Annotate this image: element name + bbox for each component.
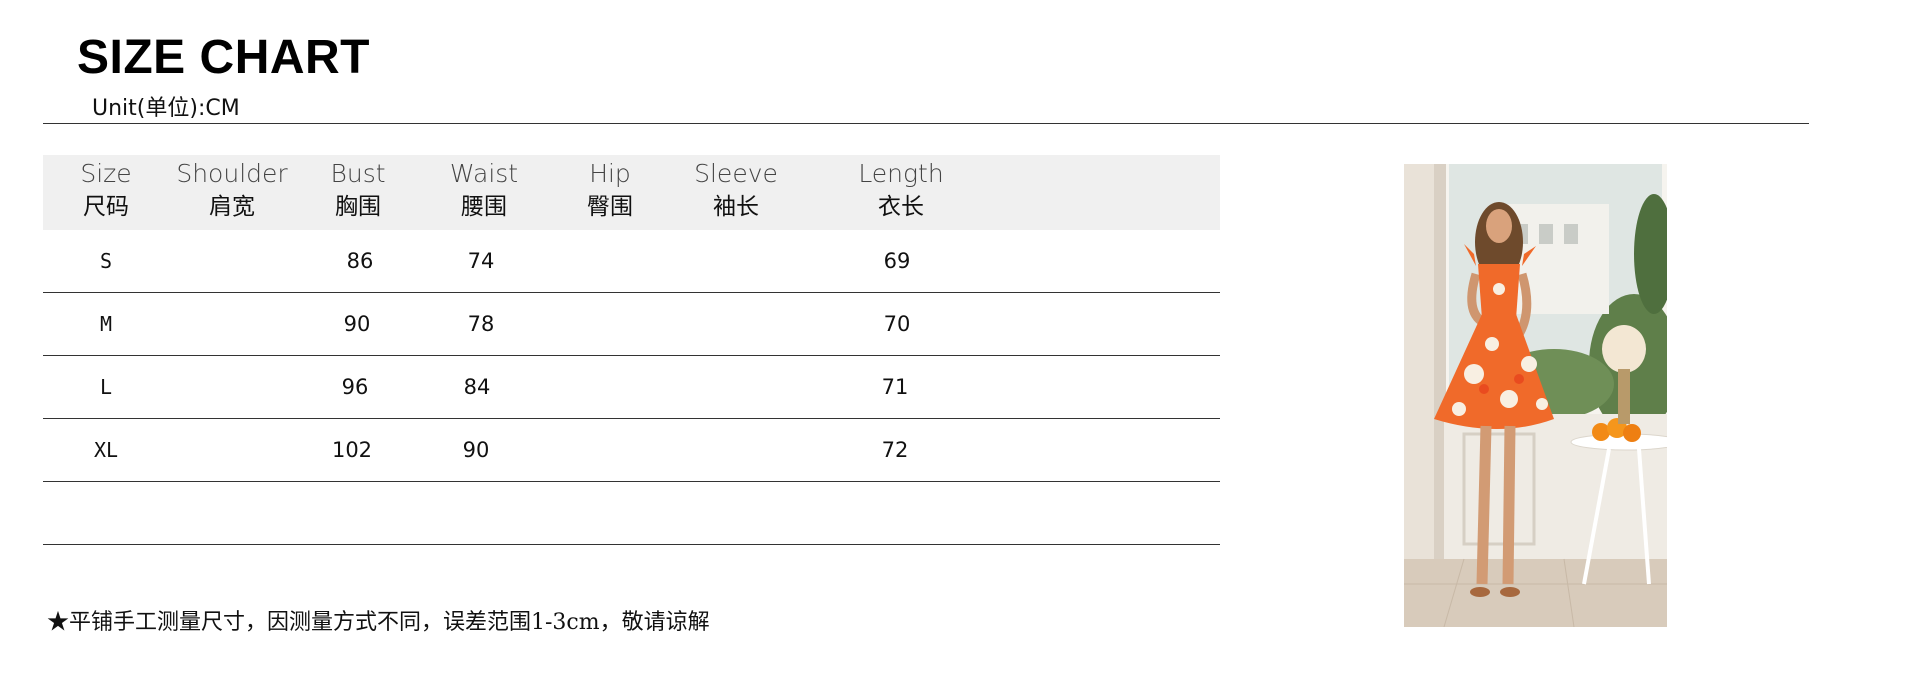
column-header-shoulder: Shoulder 肩宽: [176, 155, 287, 230]
column-header-zh: 臀围: [587, 194, 633, 220]
cell-length: 72: [881, 438, 909, 462]
title-divider: [43, 123, 1809, 124]
column-header-zh: 衣长: [878, 194, 924, 220]
column-header-sleeve: Sleeve 袖长: [694, 155, 778, 230]
cell-length: 70: [883, 312, 911, 336]
table-header-row: Size 尺码 Shoulder 肩宽 Bust 胸围 Waist 腰围 Hip…: [43, 155, 1220, 230]
column-header-bust: Bust 胸围: [330, 155, 385, 230]
cell-bust: 96: [341, 375, 369, 399]
cell-length: 71: [881, 375, 909, 399]
column-header-length: Length 衣长: [858, 155, 943, 230]
column-header-en: Hip: [589, 159, 631, 188]
cell-size: M: [99, 312, 113, 336]
table-row: XL 102 90 72: [43, 419, 1220, 482]
cell-waist: 90: [462, 438, 490, 462]
unit-label: Unit(单位):CM: [92, 96, 240, 121]
table-row: [43, 482, 1220, 545]
table-row: L 96 84 71: [43, 356, 1220, 419]
table-row: S 86 74 69: [43, 230, 1220, 293]
cell-bust: 102: [331, 438, 373, 462]
cell-waist: 84: [463, 375, 491, 399]
column-header-en: Waist: [449, 159, 519, 188]
column-header-size: Size 尺码: [80, 155, 131, 230]
column-header-en: Sleeve: [694, 159, 778, 188]
cell-waist: 78: [467, 312, 495, 336]
column-header-en: Length: [858, 159, 944, 188]
page-title: SIZE CHART: [77, 31, 370, 84]
product-photo: [1404, 164, 1667, 627]
column-header-hip: Hip 臀围: [587, 155, 633, 230]
column-header-zh: 肩宽: [208, 194, 255, 220]
cell-size: XL: [93, 438, 119, 462]
column-header-zh: 袖长: [712, 194, 759, 220]
cell-size: L: [99, 375, 113, 399]
measurement-note: ★平铺手工测量尺寸，因测量方式不同，误差范围1-3cm，敬请谅解: [47, 610, 710, 635]
table-row: M 90 78 70: [43, 293, 1220, 356]
cell-bust: 86: [346, 249, 374, 273]
column-header-en: Shoulder: [176, 159, 288, 188]
size-table: Size 尺码 Shoulder 肩宽 Bust 胸围 Waist 腰围 Hip…: [43, 155, 1220, 545]
column-header-waist: Waist 腰围: [450, 155, 518, 230]
column-header-zh: 尺码: [82, 194, 129, 220]
column-header-zh: 腰围: [461, 194, 507, 220]
cell-length: 69: [883, 249, 911, 273]
column-header-zh: 胸围: [334, 194, 381, 220]
cell-size: S: [99, 249, 113, 273]
column-header-en: Bust: [330, 159, 386, 188]
column-header-en: Size: [80, 159, 132, 188]
cell-bust: 90: [343, 312, 371, 336]
cell-waist: 74: [467, 249, 495, 273]
